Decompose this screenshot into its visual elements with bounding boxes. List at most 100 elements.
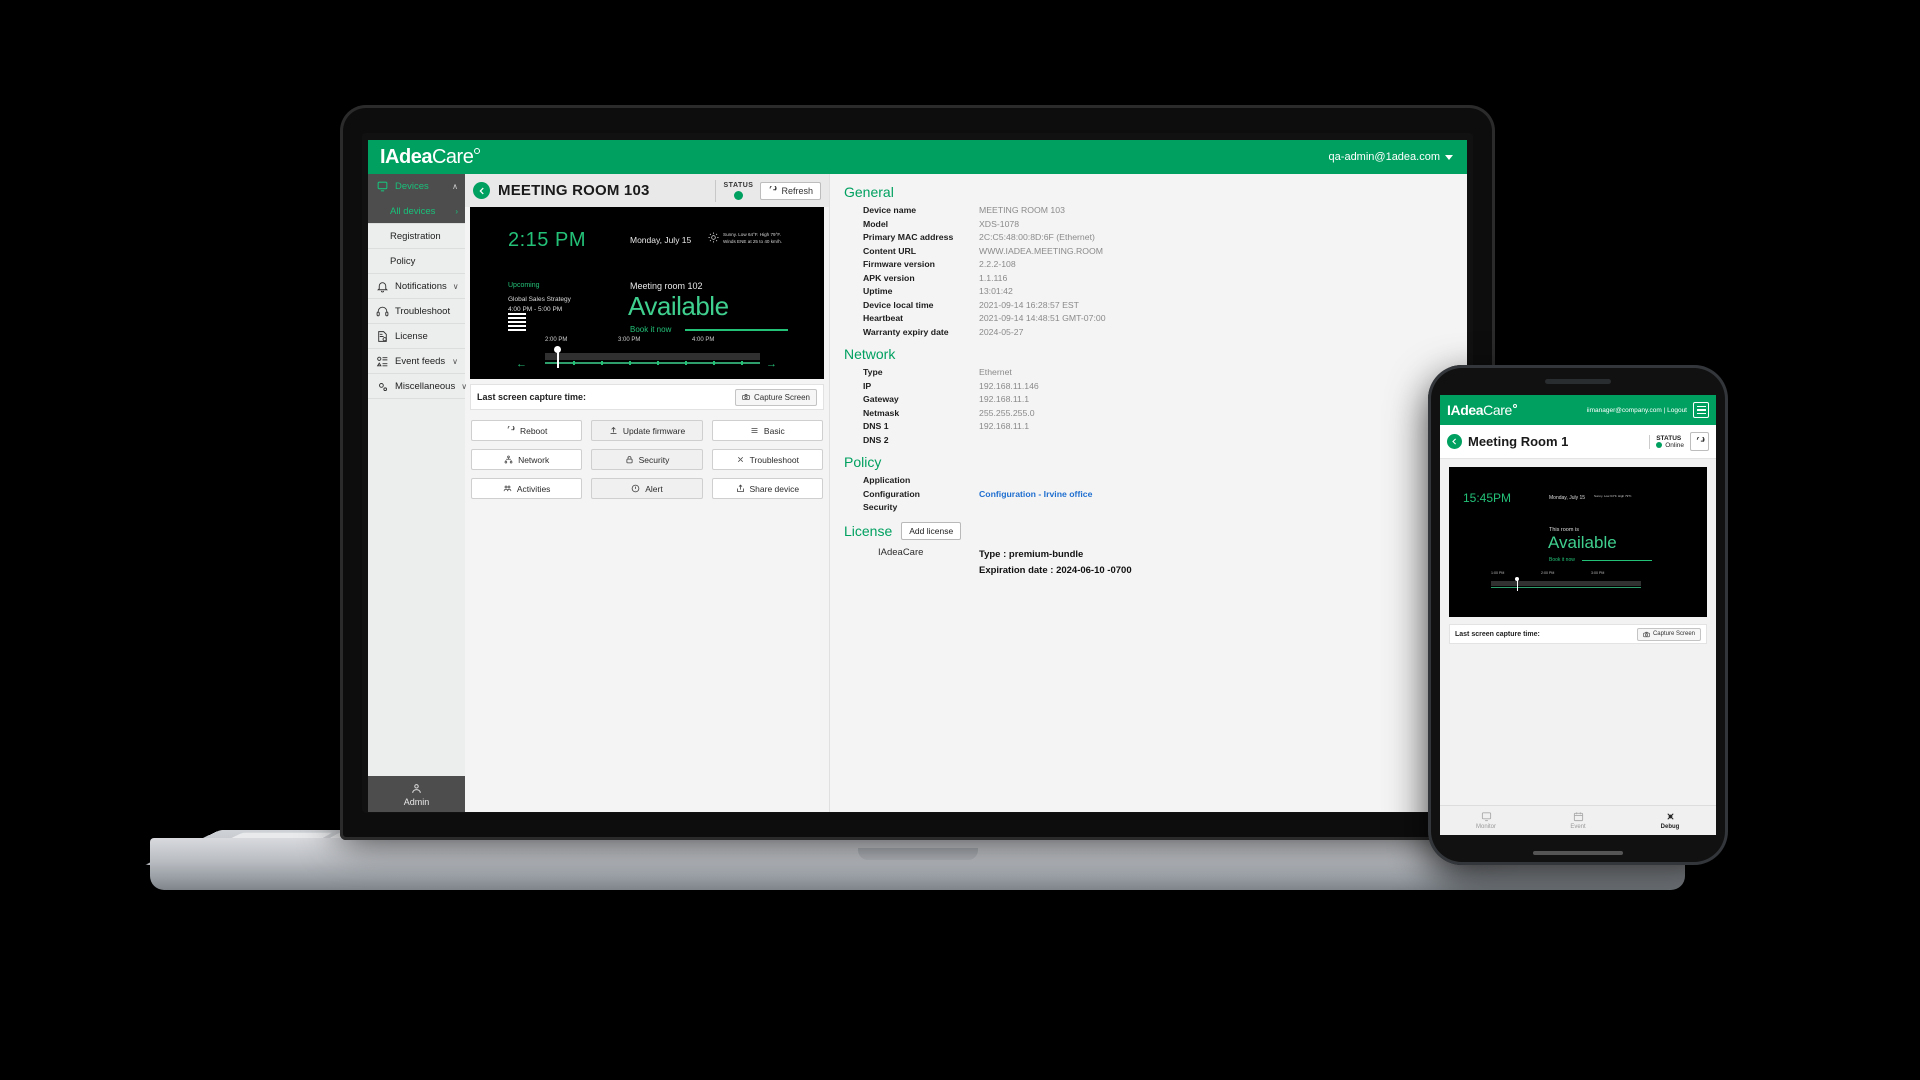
sidebar-admin-button[interactable]: Admin bbox=[368, 776, 465, 812]
device-info-panel: General Device name MEETING ROOM 103 Mode… bbox=[830, 174, 1467, 812]
refresh-button[interactable]: Refresh bbox=[760, 181, 821, 200]
admin-label: Admin bbox=[403, 796, 430, 807]
row-key: Content URL bbox=[863, 245, 917, 256]
network-icon bbox=[504, 455, 513, 464]
refresh-label: Refresh bbox=[781, 185, 813, 196]
phone-timeline-label-1: 1:00 PM bbox=[1491, 571, 1505, 575]
phone-screen-preview[interactable]: 15:45PM Monday, July 15 Sunny. Low 64°F.… bbox=[1449, 467, 1707, 617]
policy-section-title: Policy bbox=[844, 454, 882, 470]
phone-tab-debug[interactable]: Debug bbox=[1624, 806, 1716, 835]
preview-book-underline bbox=[685, 329, 788, 331]
phone-device-header: Meeting Room 1 STATUS Online bbox=[1440, 425, 1716, 459]
row-value: 192.168.11.1 bbox=[979, 421, 1030, 431]
sidebar-item-devices[interactable]: Devices ∧ bbox=[368, 174, 465, 199]
sidebar-item-policy[interactable]: Policy bbox=[368, 249, 465, 274]
timeline-prev-arrow-icon[interactable]: ← bbox=[516, 359, 527, 370]
phone-preview-date: Monday, July 15 bbox=[1549, 495, 1586, 501]
sidebar-item-all-devices[interactable]: All devices › bbox=[368, 199, 465, 224]
camera-icon bbox=[742, 394, 750, 400]
sidebar-item-license[interactable]: License bbox=[368, 324, 465, 349]
phone-capture-screen-label: Capture Screen bbox=[1652, 631, 1695, 637]
device-icon bbox=[375, 180, 389, 194]
basic-button[interactable]: Basic bbox=[711, 420, 823, 441]
reboot-button[interactable]: Reboot bbox=[471, 420, 583, 441]
timeline-next-arrow-icon[interactable]: → bbox=[766, 359, 777, 370]
capture-screen-button[interactable]: Capture Screen bbox=[734, 388, 817, 406]
table-row: Security bbox=[844, 501, 1467, 515]
general-section-title: General bbox=[844, 184, 894, 200]
hamburger-menu-icon[interactable] bbox=[1693, 402, 1709, 418]
account-menu[interactable]: qa-admin@1adea.com bbox=[1329, 151, 1453, 163]
network-button[interactable]: Network bbox=[471, 449, 583, 470]
security-button[interactable]: Security bbox=[591, 449, 703, 470]
alert-button[interactable]: Alert bbox=[591, 478, 703, 499]
event-icon bbox=[1573, 812, 1583, 822]
add-license-button[interactable]: Add license bbox=[901, 521, 962, 540]
table-row: Device name MEETING ROOM 103 bbox=[844, 204, 1467, 218]
phone-tab-event[interactable]: Event bbox=[1532, 806, 1624, 835]
logo-bold: IAdea bbox=[380, 146, 432, 168]
policy-configuration-link[interactable]: Configuration - Irvine office bbox=[979, 488, 1092, 502]
troubleshoot-button[interactable]: Troubleshoot bbox=[711, 449, 823, 470]
sidebar-item-registration[interactable]: Registration bbox=[368, 224, 465, 249]
device-detail-column: MEETING ROOM 103 STATUS Refresh 2:15 PM … bbox=[465, 174, 830, 812]
share-device-button[interactable]: Share device bbox=[711, 478, 823, 499]
license-expiry: Expiration date : 2024-06-10 -0700 bbox=[979, 564, 1132, 576]
phone-status-label: STATUS bbox=[1656, 434, 1682, 442]
timeline-label-1: 2:00 PM bbox=[545, 337, 568, 343]
preview-room-label: Meeting room 102 bbox=[630, 281, 703, 291]
timeline-label-3: 4:00 PM bbox=[692, 337, 715, 343]
chevron-down-icon: ∨ bbox=[452, 356, 458, 366]
logo-dot-icon bbox=[474, 148, 481, 154]
phone-back-button[interactable] bbox=[1447, 434, 1462, 449]
row-key: Application bbox=[863, 475, 911, 485]
sidebar: Devices ∧ All devices › Registration Pol… bbox=[368, 174, 467, 812]
sidebar-item-troubleshoot[interactable]: Troubleshoot bbox=[368, 299, 465, 324]
phone-capture-screen-button[interactable]: Capture Screen bbox=[1636, 627, 1701, 641]
row-key: APK version bbox=[863, 272, 915, 283]
row-key: IP bbox=[863, 380, 872, 391]
table-row: Content URL WWW.IADEA.MEETING.ROOM bbox=[844, 245, 1467, 259]
phone-refresh-button[interactable] bbox=[1690, 432, 1709, 451]
phone-device: IAdeaCare iimanager@company.com | Logout… bbox=[1428, 365, 1728, 865]
lock-icon bbox=[626, 456, 633, 464]
sidebar-item-notifications[interactable]: Notifications ∨ bbox=[368, 274, 465, 299]
row-key: Heartbeat bbox=[863, 313, 904, 323]
row-value: Ethernet bbox=[979, 367, 1012, 377]
table-row: DNS 2 bbox=[844, 434, 1467, 448]
logo-thin: Care bbox=[431, 146, 474, 168]
phone-screen: IAdeaCare iimanager@company.com | Logout… bbox=[1440, 395, 1716, 835]
troubleshoot-label: Troubleshoot bbox=[749, 454, 799, 465]
update-firmware-label: Update firmware bbox=[622, 425, 686, 436]
action-buttons: Reboot Network Activities Update firmwar… bbox=[465, 410, 829, 499]
device-screen-preview[interactable]: 2:15 PM Monday, July 15 Sunny. Low 64°F.… bbox=[470, 207, 824, 379]
activities-button[interactable]: Activities bbox=[471, 478, 583, 499]
phone-tab-monitor[interactable]: Monitor bbox=[1440, 806, 1532, 835]
activities-icon bbox=[503, 485, 512, 492]
headset-icon bbox=[375, 304, 389, 318]
capture-screen-label: Capture Screen bbox=[753, 392, 810, 402]
phone-page-title: Meeting Room 1 bbox=[1468, 434, 1569, 449]
preview-time: 2:15 PM bbox=[508, 229, 586, 251]
row-value: 192.168.11.1 bbox=[979, 394, 1030, 404]
update-firmware-button[interactable]: Update firmware bbox=[591, 420, 703, 441]
laptop-device: IAdeaCare qa-admin@1adea.com Devices ∧ A… bbox=[144, 105, 1691, 918]
page-title: MEETING ROOM 103 bbox=[498, 182, 650, 199]
row-value: 2.2.2-108 bbox=[979, 259, 1016, 269]
row-value: 2021-09-14 16:28:57 EST bbox=[979, 299, 1079, 310]
wrench-icon bbox=[737, 456, 743, 463]
table-row: Type Ethernet bbox=[844, 366, 1467, 380]
table-row: Gateway 192.168.11.1 bbox=[844, 393, 1467, 407]
row-key: Security bbox=[863, 502, 898, 512]
activities-label: Activities bbox=[516, 483, 551, 494]
sidebar-item-event-feeds[interactable]: Event feeds ∨ bbox=[368, 349, 465, 374]
phone-account[interactable]: iimanager@company.com | Logout bbox=[1587, 407, 1687, 414]
phone-tabbar: Monitor Event Debug bbox=[1440, 805, 1716, 835]
alert-icon bbox=[631, 484, 640, 493]
back-button[interactable] bbox=[473, 182, 490, 199]
admin-icon bbox=[412, 783, 421, 793]
weather-line-1: Sunny. Low 64°F. High 79°F. bbox=[723, 232, 781, 237]
table-row: Warranty expiry date 2024-05-27 bbox=[844, 326, 1467, 340]
sidebar-item-miscellaneous[interactable]: Miscellaneous ∨ bbox=[368, 374, 467, 399]
network-section-title: Network bbox=[844, 346, 896, 362]
